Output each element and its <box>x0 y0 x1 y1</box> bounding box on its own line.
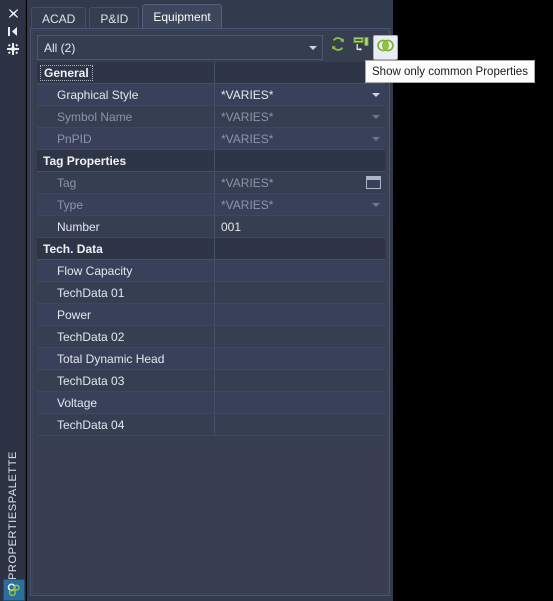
property-row[interactable]: PnPID *VARIES* <box>37 128 385 150</box>
property-value-cell[interactable]: *VARIES* <box>214 172 385 193</box>
show-common-properties-icon <box>377 38 394 58</box>
property-value-cell[interactable] <box>214 326 385 347</box>
property-name: Power <box>57 307 92 322</box>
dock-strip-buttons <box>0 4 26 58</box>
property-value: *VARIES* <box>221 87 274 102</box>
chevron-down-icon[interactable] <box>372 106 380 127</box>
property-row[interactable]: Voltage <box>37 392 385 414</box>
property-value-cell[interactable] <box>214 348 385 369</box>
property-value: *VARIES* <box>221 175 274 190</box>
property-grid: General Graphical Style *VARIES* Symbol Nam… <box>37 62 385 436</box>
section-header[interactable]: Tech. Data <box>37 238 385 260</box>
property-row[interactable]: TechData 02 <box>37 326 385 348</box>
properties-palette-icon[interactable] <box>3 579 25 601</box>
browse-button-icon[interactable] <box>366 176 381 189</box>
chevron-down-icon[interactable] <box>372 128 380 149</box>
property-name: TechData 01 <box>57 285 125 300</box>
property-value-cell[interactable]: *VARIES* <box>214 106 385 127</box>
property-value-cell[interactable] <box>214 282 385 303</box>
property-value-cell[interactable] <box>214 370 385 391</box>
property-name: Tag <box>57 175 77 190</box>
chevron-down-icon[interactable] <box>304 45 322 50</box>
property-value-cell[interactable]: *VARIES* <box>214 128 385 149</box>
screen: PROPERTIESPALETTE ACAD P&ID Equipment Al… <box>0 0 553 601</box>
grid-column-divider <box>214 238 215 259</box>
tooltip-text: Show only common Properties <box>372 65 528 78</box>
chevron-down-icon[interactable] <box>372 194 380 215</box>
property-row[interactable]: Type *VARIES* <box>37 194 385 216</box>
property-name: TechData 04 <box>57 417 125 432</box>
panel-body: All (2) General Graphical Style *VARIES*… <box>30 28 398 596</box>
dock-title-text: PROPERTIESPALETTE <box>7 450 19 580</box>
tab-acad-label: ACAD <box>42 11 76 26</box>
property-row[interactable]: Graphical Style *VARIES* <box>37 84 385 106</box>
property-name: Total Dynamic Head <box>57 351 165 366</box>
filter-toolbar-row: All (2) <box>37 35 398 60</box>
property-name: Voltage <box>57 395 98 410</box>
properties-panel: ACAD P&ID Equipment All (2) General Grap… <box>27 0 398 601</box>
property-row[interactable]: Tag *VARIES* <box>37 172 385 194</box>
object-filter-value: All (2) <box>44 40 76 55</box>
section-header[interactable]: General <box>37 62 385 84</box>
property-value-cell[interactable] <box>214 260 385 281</box>
section-header[interactable]: Tag Properties <box>37 150 385 172</box>
tab-equipment[interactable]: Equipment <box>142 4 222 29</box>
show-common-properties-button[interactable] <box>373 35 398 60</box>
property-value-cell[interactable] <box>214 392 385 413</box>
grid-column-divider <box>214 62 215 83</box>
property-name: Flow Capacity <box>57 263 133 278</box>
property-value: *VARIES* <box>221 109 274 124</box>
property-value-cell[interactable]: 001 <box>214 216 385 237</box>
property-name: TechData 02 <box>57 329 125 344</box>
refresh-button[interactable] <box>327 35 348 58</box>
property-name: TechData 03 <box>57 373 125 388</box>
tab-acad[interactable]: ACAD <box>31 7 87 29</box>
property-value: 001 <box>221 219 242 234</box>
grid-column-divider <box>214 150 215 171</box>
property-row[interactable]: Symbol Name *VARIES* <box>37 106 385 128</box>
tab-pid[interactable]: P&ID <box>89 7 140 29</box>
property-name: Symbol Name <box>57 109 133 124</box>
section-header-label: General <box>40 64 93 81</box>
tooltip: Show only common Properties <box>365 60 535 83</box>
property-value-cell[interactable]: *VARIES* <box>214 194 385 215</box>
property-row[interactable]: Total Dynamic Head <box>37 348 385 370</box>
refresh-icon <box>330 36 346 57</box>
property-row[interactable]: Flow Capacity <box>37 260 385 282</box>
object-filter-combobox[interactable]: All (2) <box>37 35 323 60</box>
section-header-label: Tech. Data <box>43 241 103 256</box>
dock-title: PROPERTIESPALETTE <box>0 450 26 580</box>
property-row[interactable]: TechData 01 <box>37 282 385 304</box>
property-value: *VARIES* <box>221 131 274 146</box>
property-value: *VARIES* <box>221 197 274 212</box>
dock-strip: PROPERTIESPALETTE <box>0 0 26 601</box>
property-row[interactable]: Power <box>37 304 385 326</box>
property-value-cell[interactable] <box>214 304 385 325</box>
panel-menu-icon[interactable] <box>0 40 26 58</box>
property-row[interactable]: TechData 04 <box>37 414 385 436</box>
property-row[interactable]: Number 001 <box>37 216 385 238</box>
select-objects-icon <box>353 36 369 57</box>
tab-equipment-label: Equipment <box>153 10 211 24</box>
property-value-cell[interactable] <box>214 414 385 435</box>
chevron-down-icon[interactable] <box>372 84 380 105</box>
close-icon[interactable] <box>0 4 26 22</box>
tab-bar: ACAD P&ID Equipment <box>31 4 225 29</box>
property-value-cell[interactable]: *VARIES* <box>214 84 385 105</box>
tab-pid-label: P&ID <box>100 11 129 26</box>
property-name: PnPID <box>57 131 92 146</box>
property-name: Graphical Style <box>57 87 139 102</box>
property-row[interactable]: TechData 03 <box>37 370 385 392</box>
section-header-label: Tag Properties <box>43 153 127 168</box>
panel-body-inner: All (2) General Graphical Style *VARIES*… <box>32 30 398 594</box>
property-name: Number <box>57 219 100 234</box>
auto-hide-icon[interactable] <box>0 22 26 40</box>
select-objects-button[interactable] <box>350 35 371 58</box>
property-name: Type <box>57 197 84 212</box>
